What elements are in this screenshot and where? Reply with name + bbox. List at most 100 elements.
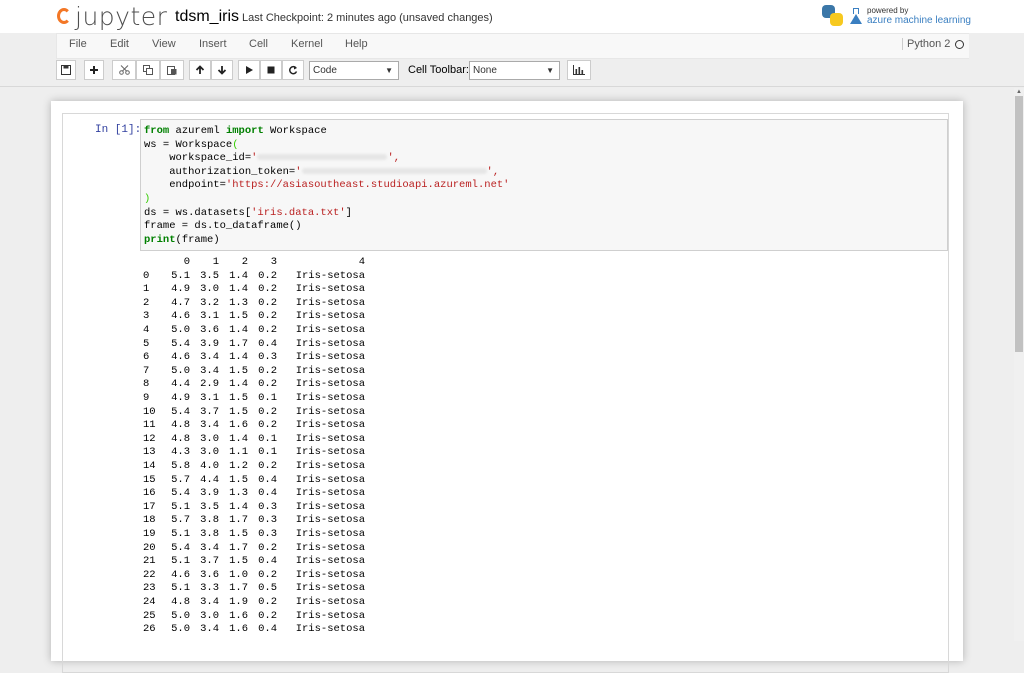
menu-help[interactable]: Help: [345, 38, 368, 50]
table-cell: 1.7: [229, 541, 248, 554]
table-cell: 1.4: [229, 269, 248, 282]
table-cell: 1.5: [229, 310, 248, 323]
table-cell: 0.3: [258, 528, 277, 540]
table-cell: Iris-setosa: [295, 432, 365, 445]
code-input-area[interactable]: from azureml import Workspace ws = Works…: [140, 119, 948, 251]
table-cell: Iris-setosa: [295, 460, 365, 472]
presentation-button[interactable]: [567, 60, 591, 80]
table-cell: Iris-setosa: [295, 582, 365, 595]
table-cell: 3.4: [200, 364, 219, 377]
row-index: 16: [143, 487, 156, 500]
row-index: 15: [143, 473, 156, 486]
table-cell: 3.7: [200, 555, 219, 568]
table-cell: Iris-setosa: [295, 555, 365, 568]
scroll-up-arrow-icon[interactable]: ▲: [1014, 88, 1024, 96]
run-cell-button[interactable]: [238, 60, 260, 80]
table-cell: Iris-setosa: [295, 296, 365, 309]
menu-insert[interactable]: Insert: [199, 38, 227, 50]
row-index: 5: [143, 337, 150, 350]
table-cell: 5.0: [171, 324, 190, 336]
row-index: 6: [143, 351, 150, 364]
code-line: print(frame): [144, 233, 220, 246]
code-line: frame = ds.to_dataframe(): [144, 220, 302, 233]
table-cell: 4.4: [171, 378, 190, 391]
table-cell: Iris-setosa: [295, 487, 365, 500]
paste-button[interactable]: [160, 60, 184, 80]
table-cell: Iris-setosa: [295, 364, 365, 377]
table-cell: 0.4: [258, 555, 277, 568]
table-cell: 4.0: [200, 460, 219, 472]
row-index: 3: [143, 310, 150, 323]
cell-toolbar-select[interactable]: None ▼: [469, 61, 560, 80]
table-cell: 0.5: [258, 582, 277, 595]
table-cell: 1.1: [229, 446, 248, 459]
table-cell: 1.6: [229, 623, 248, 636]
table-cell: 5.4: [171, 337, 190, 350]
table-cell: Iris-setosa: [295, 473, 365, 486]
table-cell: 1.5: [229, 555, 248, 568]
row-index: 0: [143, 269, 150, 282]
table-cell: 5.1: [171, 528, 190, 540]
kernel-name: Python 2: [902, 38, 950, 50]
table-cell: 1.4: [229, 500, 248, 513]
scrollbar-thumb[interactable]: [1015, 96, 1023, 352]
table-cell: 3.5: [200, 500, 219, 513]
table-cell: 5.1: [171, 555, 190, 568]
table-cell: 5.0: [171, 364, 190, 377]
column-header: 0: [183, 256, 190, 268]
menu-view[interactable]: View: [152, 38, 176, 50]
table-cell: 3.9: [200, 337, 219, 350]
table-cell: 0.2: [258, 609, 277, 622]
table-cell: 4.8: [171, 596, 190, 608]
table-cell: 1.5: [229, 473, 248, 486]
jupyter-logo[interactable]: jupyter: [55, 1, 168, 31]
table-cell: 4.6: [171, 351, 190, 364]
move-down-button[interactable]: [211, 60, 233, 80]
table-cell: 3.7: [200, 405, 219, 418]
interrupt-kernel-button[interactable]: [260, 60, 282, 80]
python-icon: [822, 5, 844, 27]
table-cell: 3.9: [200, 487, 219, 500]
table-cell: 1.2: [229, 460, 248, 472]
table-cell: 0.4: [258, 487, 277, 500]
table-cell: 3.4: [200, 541, 219, 554]
table-cell: 3.2: [200, 296, 219, 309]
chevron-down-icon: ▼: [546, 66, 554, 75]
menu-kernel[interactable]: Kernel: [291, 38, 323, 50]
row-index: 10: [143, 405, 156, 418]
save-button[interactable]: [56, 60, 76, 80]
table-cell: 3.1: [200, 310, 219, 323]
menu-file[interactable]: File: [69, 38, 87, 50]
table-cell: 0.2: [258, 568, 277, 581]
row-index: 24: [143, 596, 156, 608]
cell-type-select[interactable]: Code ▼: [309, 61, 399, 80]
code-cell[interactable]: In [1]: from azureml import Workspace ws…: [62, 113, 949, 673]
copy-button[interactable]: [136, 60, 160, 80]
column-header: 3: [270, 256, 277, 268]
table-cell: 1.5: [229, 405, 248, 418]
move-up-button[interactable]: [189, 60, 211, 80]
table-cell: 3.0: [200, 446, 219, 459]
table-cell: 5.4: [171, 405, 190, 418]
row-index: 11: [143, 419, 156, 432]
stop-icon: [267, 66, 275, 74]
row-index: 9: [143, 392, 150, 404]
cell-toolbar-label: Cell Toolbar:: [408, 64, 469, 76]
notebook-name[interactable]: tdsm_iris: [175, 8, 239, 26]
table-cell: 5.0: [171, 623, 190, 636]
menu-edit[interactable]: Edit: [110, 38, 129, 50]
table-cell: 0.2: [258, 324, 277, 336]
jupyter-logo-text: jupyter: [75, 1, 168, 31]
azure-ml-text: azure machine learning: [867, 15, 971, 26]
table-cell: 2.9: [200, 378, 219, 391]
cut-button[interactable]: [112, 60, 136, 80]
table-cell: 5.7: [171, 473, 190, 486]
table-cell: 4.9: [171, 283, 190, 296]
restart-kernel-button[interactable]: [282, 60, 304, 80]
table-cell: 4.4: [200, 473, 219, 486]
table-cell: 0.2: [258, 310, 277, 323]
table-cell: 1.4: [229, 283, 248, 296]
menu-cell[interactable]: Cell: [249, 38, 268, 50]
insert-cell-button[interactable]: [84, 60, 104, 80]
table-cell: Iris-setosa: [295, 405, 365, 418]
